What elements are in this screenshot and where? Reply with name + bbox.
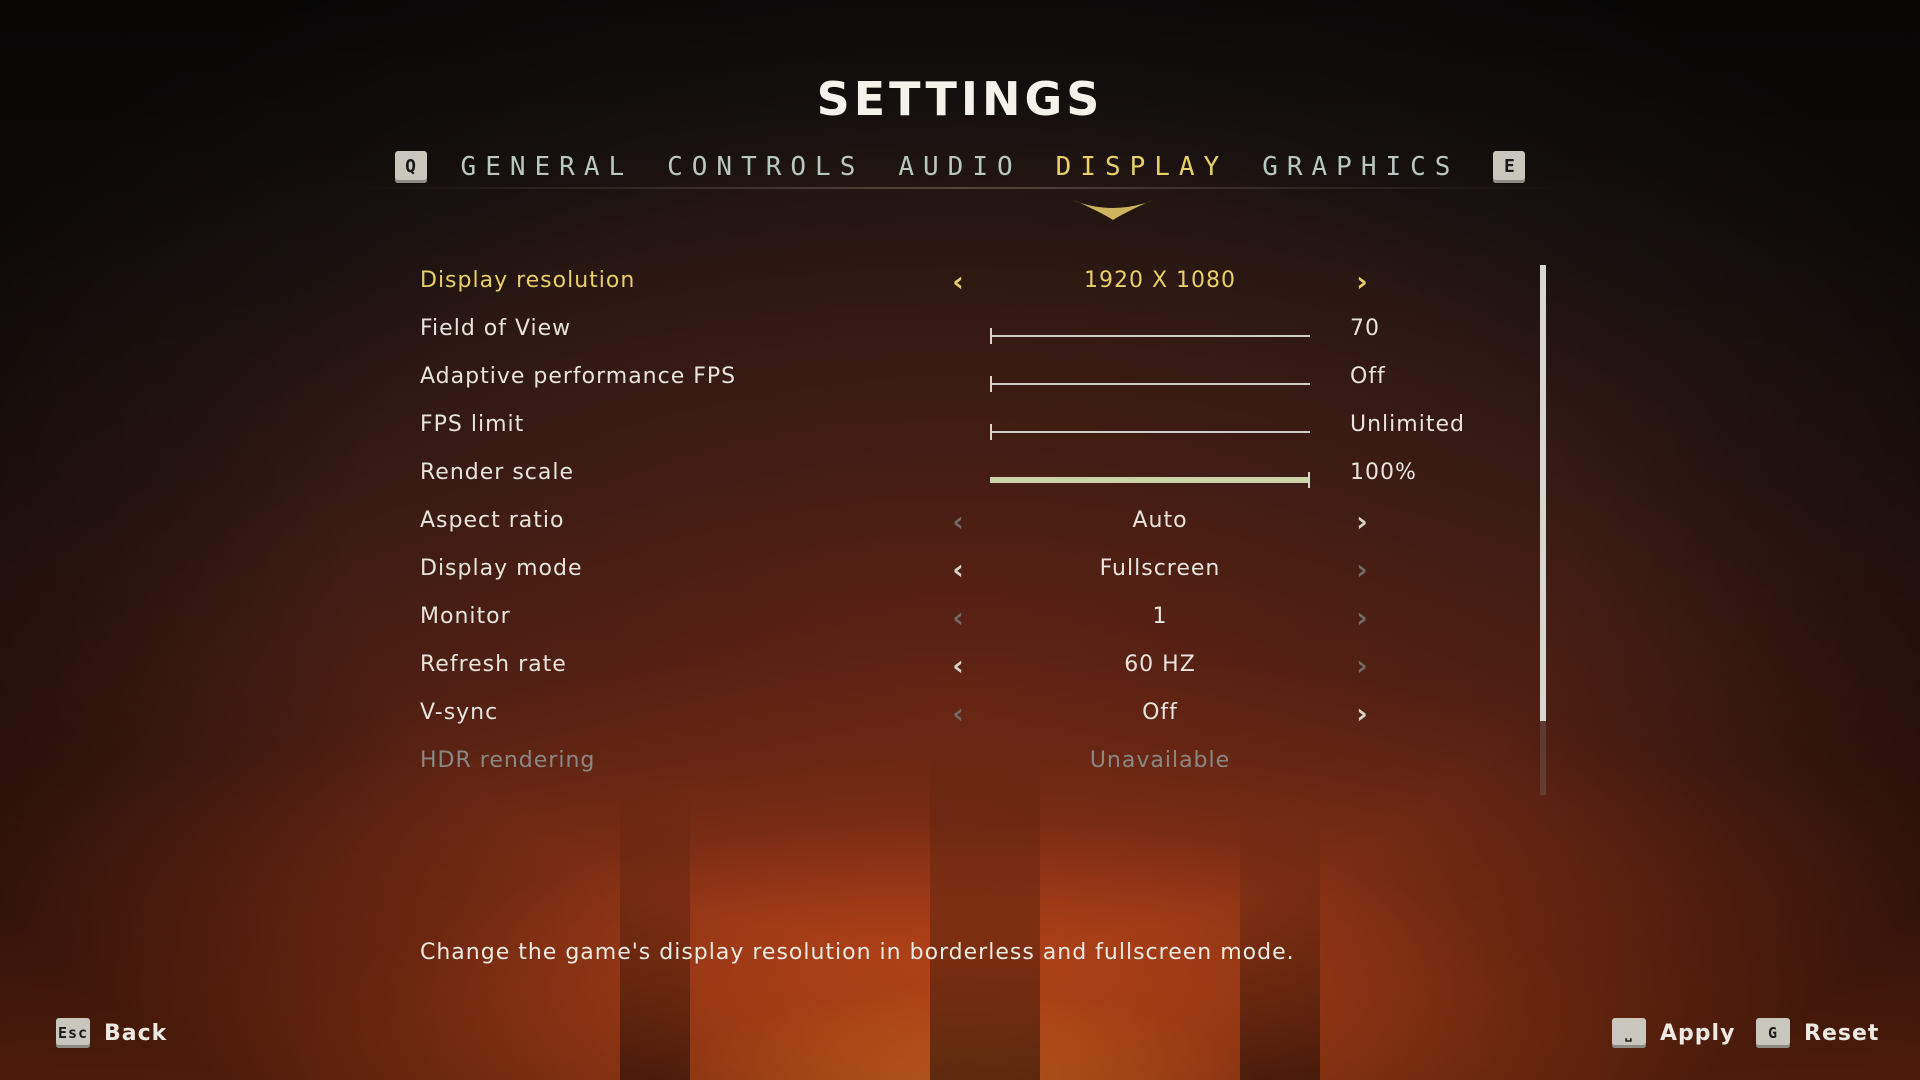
adaptive-fps-slider[interactable] [990,376,1310,392]
setting-label: Render scale [420,460,575,485]
setting-description: Change the game's display resolution in … [420,940,1295,965]
setting-label: Refresh rate [420,652,567,677]
setting-label: Aspect ratio [420,508,565,533]
page-title: SETTINGS [816,72,1104,126]
scrollbar-thumb[interactable] [1540,265,1546,721]
tab-bar: Q GENERAL CONTROLS AUDIO DISPLAY GRAPHIC… [0,145,1920,189]
back-button[interactable]: Esc Back [56,1018,167,1048]
tab-underline [360,187,1560,189]
slider-track [990,431,1310,433]
setting-adaptive-performance-fps[interactable]: Adaptive performance FPS Off [420,356,1480,404]
slider-track [990,383,1310,385]
chevron-right-icon[interactable]: › [1352,268,1372,296]
setting-value: 1 [1152,604,1168,629]
next-tab-key[interactable]: E [1493,151,1526,183]
back-label: Back [104,1020,168,1046]
active-tab-chevron-icon [1072,200,1154,220]
setting-aspect-ratio[interactable]: Aspect ratio ‹ Auto › [420,500,1480,548]
chevron-right-icon[interactable]: › [1352,604,1372,632]
setting-value: 100% [1350,460,1417,485]
settings-scrollbar[interactable] [1540,265,1546,795]
setting-field-of-view[interactable]: Field of View 70 [420,308,1480,356]
chevron-left-icon[interactable]: ‹ [948,700,968,728]
slider-handle[interactable] [990,376,992,392]
setting-v-sync[interactable]: V-sync ‹ Off › [420,692,1480,740]
esc-key-icon: Esc [56,1018,90,1048]
chevron-right-icon[interactable]: › [1352,508,1372,536]
setting-display-resolution[interactable]: Display resolution ‹ 1920 X 1080 › [420,260,1480,308]
reset-button[interactable]: G Reset [1756,1018,1879,1048]
space-key-icon: ⎵ [1612,1018,1646,1048]
fps-limit-slider[interactable] [990,424,1310,440]
slider-track [990,335,1310,337]
setting-label: Monitor [420,604,511,629]
setting-value: Auto [1132,508,1188,533]
setting-value: Unlimited [1350,412,1465,437]
chevron-left-icon[interactable]: ‹ [948,604,968,632]
setting-hdr-rendering: HDR rendering Unavailable [420,740,1480,788]
tab-controls[interactable]: CONTROLS [667,152,864,182]
setting-display-mode[interactable]: Display mode ‹ Fullscreen › [420,548,1480,596]
setting-monitor[interactable]: Monitor ‹ 1 › [420,596,1480,644]
setting-label: Display resolution [420,268,636,293]
tab-graphics[interactable]: GRAPHICS [1262,152,1459,182]
chevron-left-icon[interactable]: ‹ [948,268,968,296]
slider-handle[interactable] [990,328,992,344]
chevron-right-icon[interactable]: › [1352,652,1372,680]
setting-label: V-sync [420,700,499,725]
setting-fps-limit[interactable]: FPS limit Unlimited [420,404,1480,452]
setting-value: 1920 X 1080 [1083,268,1237,293]
setting-label: FPS limit [420,412,525,437]
slider-handle[interactable] [1308,472,1310,488]
setting-value: Off [1142,700,1178,725]
chevron-left-icon[interactable]: ‹ [948,652,968,680]
reset-label: Reset [1804,1020,1880,1046]
setting-label: HDR rendering [420,748,596,773]
setting-value: 70 [1350,316,1380,341]
prev-tab-key[interactable]: Q [394,151,427,183]
tab-general[interactable]: GENERAL [461,152,634,182]
chevron-left-icon[interactable]: ‹ [948,556,968,584]
background-pillar [620,790,690,1080]
setting-label: Display mode [420,556,583,581]
tab-display[interactable]: DISPLAY [1056,152,1229,182]
chevron-left-icon[interactable]: ‹ [948,508,968,536]
background-pillar [930,750,1040,1080]
g-key-icon: G [1756,1018,1790,1048]
apply-button[interactable]: ⎵ Apply [1612,1018,1735,1048]
setting-render-scale[interactable]: Render scale 100% [420,452,1480,500]
slider-fill [990,477,1310,483]
render-scale-slider[interactable] [990,472,1310,488]
setting-value: Fullscreen [1099,556,1221,581]
setting-value: Off [1350,364,1386,389]
apply-label: Apply [1660,1020,1736,1046]
setting-label: Adaptive performance FPS [420,364,737,389]
setting-label: Field of View [420,316,572,341]
chevron-right-icon[interactable]: › [1352,556,1372,584]
settings-list: Display resolution ‹ 1920 X 1080 › Field… [420,260,1480,788]
setting-refresh-rate[interactable]: Refresh rate ‹ 60 HZ › [420,644,1480,692]
setting-value: 60 HZ [1124,652,1196,677]
chevron-right-icon[interactable]: › [1352,700,1372,728]
fov-slider[interactable] [990,328,1310,344]
slider-handle[interactable] [990,424,992,440]
tab-audio[interactable]: AUDIO [898,152,1021,182]
setting-value: Unavailable [1089,748,1231,773]
